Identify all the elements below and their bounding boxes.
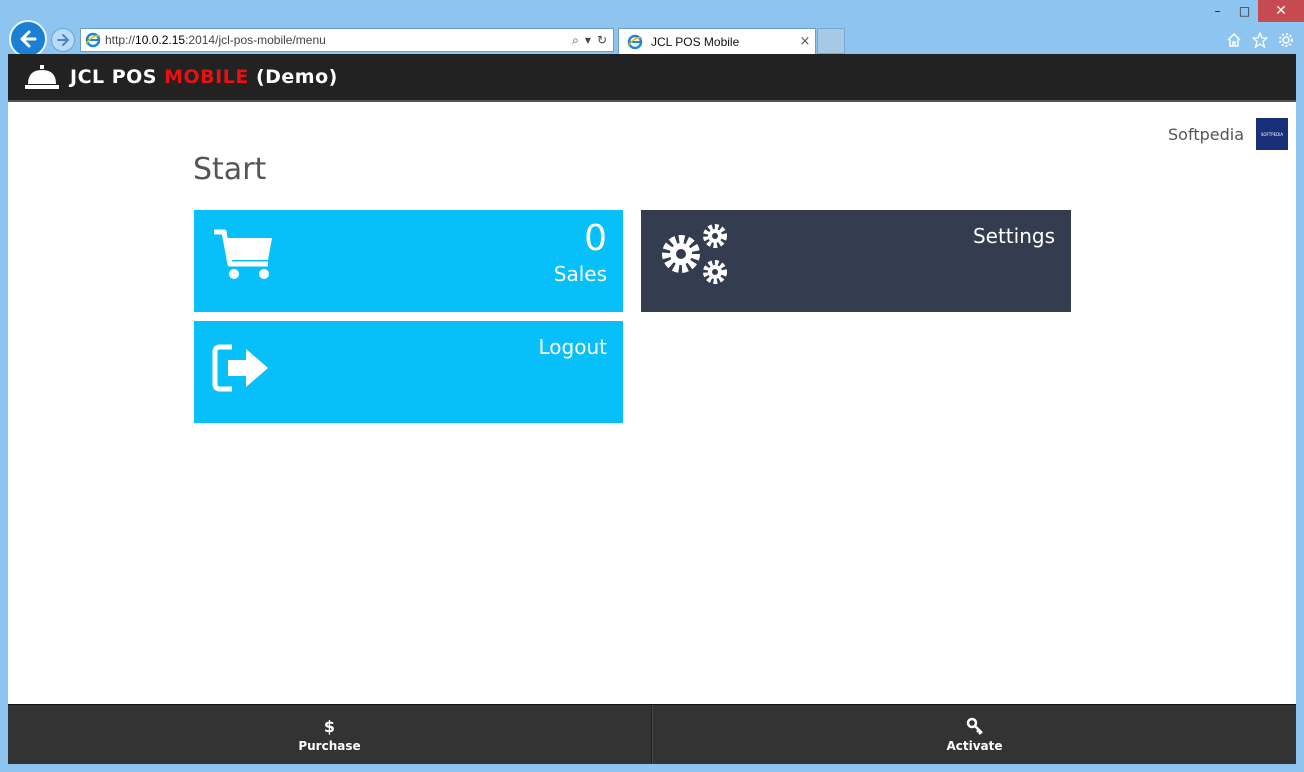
back-arrow-icon: [20, 30, 37, 48]
gear-icon[interactable]: [1276, 30, 1296, 50]
back-button[interactable]: [9, 20, 47, 58]
user-name[interactable]: Softpedia: [1168, 125, 1244, 144]
window-controls: – □ ✕: [1204, 0, 1304, 22]
url-path: :2014/jcl-pos-mobile/menu: [185, 33, 326, 47]
home-icon[interactable]: [1224, 30, 1244, 50]
tab-title: JCL POS Mobile: [651, 34, 740, 49]
logout-label: Logout: [538, 335, 607, 359]
page-title: Start: [193, 152, 267, 187]
purchase-label: Purchase: [298, 738, 361, 753]
url-text[interactable]: http://10.0.2.15:2014/jcl-pos-mobile/men…: [105, 33, 572, 47]
logout-tile[interactable]: Logout: [194, 321, 623, 423]
logout-icon: [212, 344, 268, 392]
app-title: JCL POS MOBILE (Demo): [70, 66, 338, 88]
app-header: JCL POS MOBILE (Demo): [8, 54, 1296, 102]
service-bell-icon: [25, 65, 59, 89]
sales-tile[interactable]: 0 Sales: [194, 210, 623, 312]
cart-icon: [214, 229, 272, 279]
ie-page-icon: [85, 32, 101, 48]
key-icon: [966, 717, 983, 735]
forward-arrow-icon: [57, 34, 69, 46]
ie-tab-icon: [627, 34, 643, 49]
url-prefix: http://: [105, 33, 136, 47]
avatar-text: SOFTPEDIA: [1260, 131, 1284, 137]
close-button[interactable]: ✕: [1258, 0, 1304, 22]
sales-label: Sales: [553, 262, 607, 286]
gears-icon: [662, 224, 727, 284]
star-icon[interactable]: [1250, 30, 1270, 50]
settings-tile[interactable]: Settings: [641, 210, 1071, 312]
new-tab-button[interactable]: [817, 28, 845, 54]
refresh-icon[interactable]: ↻: [597, 33, 607, 47]
settings-label: Settings: [972, 224, 1055, 248]
app-title-part2: MOBILE: [164, 66, 249, 88]
browser-tools: [1224, 30, 1296, 50]
purchase-button[interactable]: $ Purchase: [8, 705, 652, 764]
app-title-part1: JCL POS: [70, 66, 165, 88]
tab-close-icon[interactable]: ×: [795, 34, 815, 49]
maximize-button[interactable]: □: [1231, 0, 1258, 22]
avatar[interactable]: SOFTPEDIA: [1256, 118, 1288, 150]
activate-button[interactable]: Activate: [652, 705, 1296, 764]
footer-nav: $ Purchase Activate: [8, 704, 1296, 764]
dropdown-icon[interactable]: ▾: [585, 33, 591, 47]
dollar-icon: $: [323, 716, 336, 736]
minimize-button[interactable]: –: [1204, 0, 1231, 22]
search-icon[interactable]: ⌕: [572, 33, 579, 48]
forward-button[interactable]: [51, 28, 75, 52]
page-viewport: JCL POS MOBILE (Demo) Softpedia SOFTPEDI…: [8, 54, 1296, 764]
activate-label: Activate: [946, 738, 1003, 753]
sales-count: 0: [584, 218, 607, 259]
app-title-part3: (Demo): [248, 66, 338, 88]
address-bar[interactable]: http://10.0.2.15:2014/jcl-pos-mobile/men…: [80, 28, 614, 52]
browser-tab[interactable]: JCL POS Mobile ×: [618, 28, 816, 54]
url-host: 10.0.2.15: [135, 33, 186, 47]
